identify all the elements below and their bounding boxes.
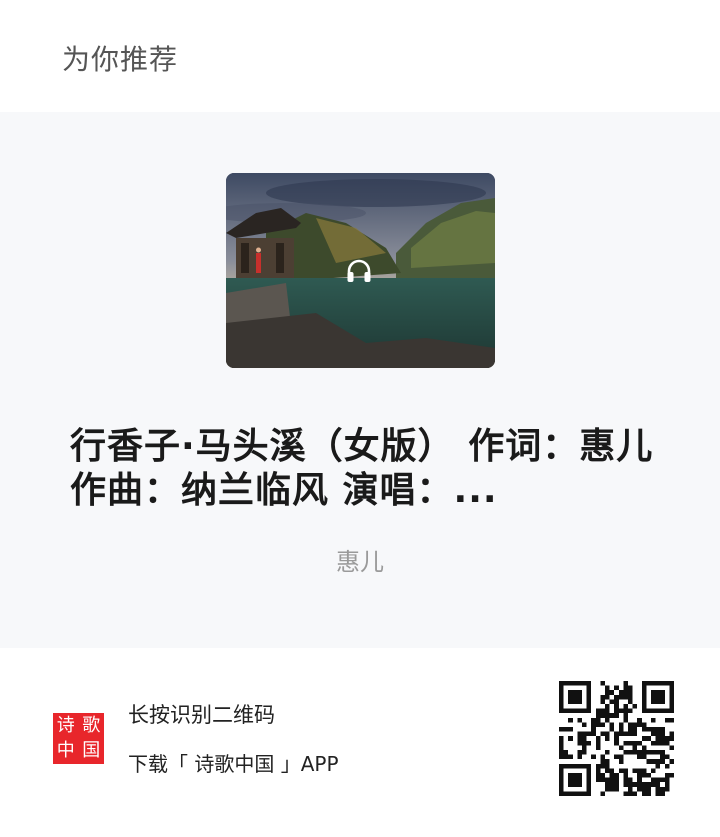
scan-qr-label: 长按识别二维码	[128, 703, 275, 727]
cover-image[interactable]	[226, 173, 495, 368]
download-app-label: 下载「 诗歌中国 」APP	[128, 752, 339, 776]
recommendation-card[interactable]: 行香子·马头溪（女版） 作词：惠儿 作曲：纳兰临风 演唱：... 惠儿	[0, 112, 720, 648]
artist-name: 惠儿	[336, 548, 384, 576]
app-logo: 诗 歌 中 国	[53, 713, 104, 764]
logo-char: 歌	[82, 714, 101, 736]
header: 为你推荐	[0, 0, 720, 112]
headphones-icon	[347, 259, 371, 282]
logo-char: 国	[82, 740, 101, 762]
song-title[interactable]: 行香子·马头溪（女版） 作词：惠儿 作曲：纳兰临风 演唱：...	[70, 425, 660, 513]
footer: 诗 歌 中 国 长按识别二维码 下载「 诗歌中国 」APP	[0, 648, 720, 837]
qr-code-icon[interactable]	[559, 681, 674, 796]
page-title: 为你推荐	[62, 43, 179, 76]
logo-char: 诗	[56, 714, 75, 736]
logo-char: 中	[56, 740, 75, 762]
